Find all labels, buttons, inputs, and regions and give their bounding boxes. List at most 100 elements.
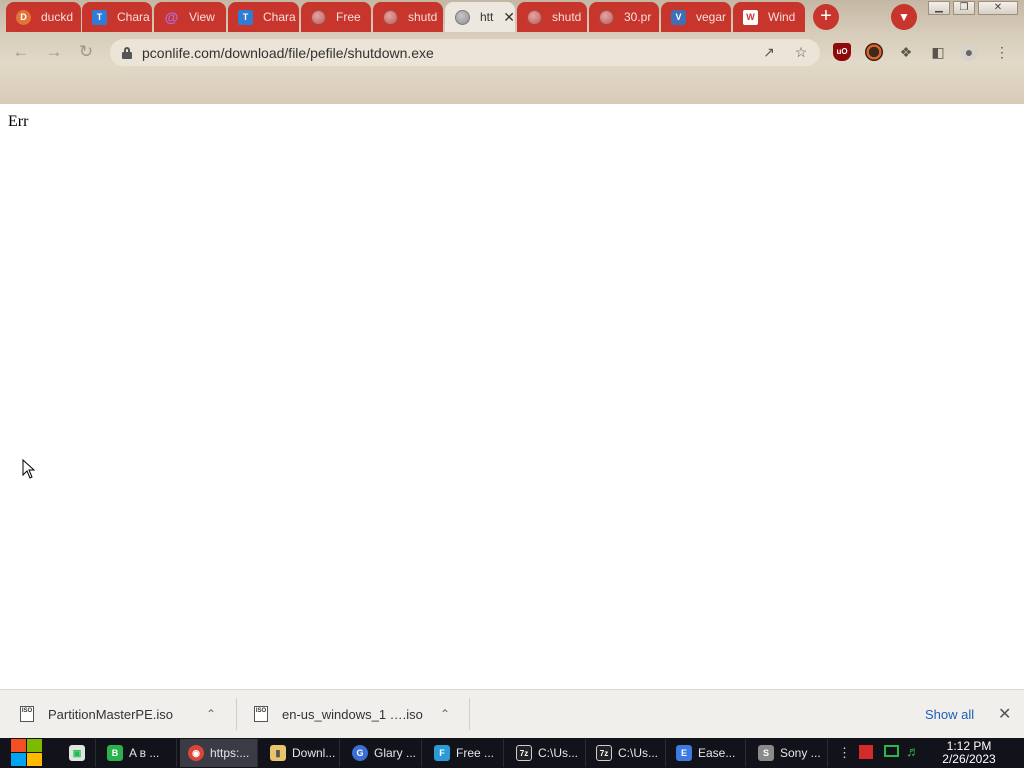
taskbar-item[interactable]: S Sony ... (750, 739, 828, 767)
taskbar-item[interactable]: B A в ... (99, 739, 177, 767)
browser-toolbar: ← → ↻ pconlife.com/download/file/pefile/… (0, 34, 1024, 70)
tab-duckduckgo[interactable]: D duckd (6, 2, 81, 32)
tab-search-button[interactable]: ▼ (891, 4, 917, 30)
taskbar-item[interactable]: F Free ... (426, 739, 504, 767)
tab-title: Free (336, 10, 361, 24)
side-panel-icon[interactable]: ◧ (929, 43, 947, 61)
start-button[interactable] (10, 738, 44, 768)
globe-icon (383, 9, 398, 25)
close-icon: ✕ (993, 2, 1003, 13)
taskbar: ▣ B A в ... ◉ https:... ▮ Downl... G Gla… (0, 738, 1024, 768)
download-shelf: ISO PartitionMasterPE.iso ⌃ ISO en-us_wi… (0, 689, 1024, 738)
at-sign-icon: @ (164, 9, 179, 25)
charmap-icon: T (238, 9, 253, 25)
lock-icon (122, 46, 132, 59)
reload-icon: ↻ (78, 42, 94, 61)
clock-date: 2/26/2023 (942, 752, 996, 766)
iso-file-icon: ISO (254, 706, 268, 722)
forward-button[interactable]: → (44, 42, 64, 62)
download-filename: en-us_windows_1 ….iso (282, 706, 423, 722)
iso-file-icon: ISO (20, 706, 34, 722)
tab-active[interactable]: htt ✕ (445, 2, 515, 32)
chevron-up-icon[interactable]: ⌃ (206, 707, 216, 721)
tab-title: Chara (117, 10, 150, 24)
back-button[interactable]: ← (11, 42, 31, 62)
tab-shutd-2[interactable]: shutd (517, 2, 587, 32)
tab-free[interactable]: Free (301, 2, 371, 32)
menu-kebab-icon[interactable]: ⋮ (993, 43, 1011, 61)
flag-icon[interactable] (859, 745, 873, 759)
sony-icon: S (758, 745, 774, 761)
minimize-icon: ▁ (935, 2, 943, 13)
tab-title: vegar (696, 10, 727, 24)
taskbar-item[interactable]: G Glary ... (344, 739, 422, 767)
taskbar-item[interactable]: 7z C:\Us... (508, 739, 586, 767)
7zip-icon: 7z (516, 745, 532, 761)
tab-chara-1[interactable]: T Chara (82, 2, 152, 32)
reload-button[interactable]: ↻ (76, 42, 96, 62)
windows-logo-icon (11, 739, 26, 752)
url-text[interactable]: pconlife.com/download/file/pefile/shutdo… (142, 45, 434, 61)
globe-icon (455, 9, 470, 25)
taskbar-item[interactable]: ▮ Downl... (262, 739, 340, 767)
profile-avatar-icon[interactable]: ● (960, 43, 978, 61)
vegas-icon: V (671, 9, 686, 25)
windows-site-icon: W (743, 9, 758, 25)
globe-icon (311, 9, 326, 25)
restore-icon: ❐ (959, 2, 969, 13)
tray-overflow-icon[interactable]: ⋮ (838, 745, 851, 761)
globe-icon (599, 9, 614, 25)
free-app-icon: F (434, 745, 450, 761)
show-all-link[interactable]: Show all (925, 707, 974, 722)
tab-wind[interactable]: W Wind (733, 2, 805, 32)
extensions-puzzle-icon[interactable]: ❖ (897, 43, 915, 61)
new-tab-button[interactable]: + (813, 4, 839, 30)
arrow-right-icon: → (45, 42, 63, 61)
extension-avatar-icon[interactable] (865, 43, 883, 61)
bookmark-star-icon[interactable]: ☆ (792, 43, 810, 61)
download-item[interactable]: ISO PartitionMasterPE.iso ⌃ (20, 690, 230, 738)
easeus-icon: E (676, 745, 692, 761)
tab-title: htt (480, 10, 494, 24)
mouse-cursor-icon (22, 459, 36, 479)
tab-strip: D duckd T Chara @ View T Chara Free shut… (0, 0, 1024, 34)
restore-button[interactable]: ❐ (953, 1, 975, 15)
page-body-text: Err (8, 113, 29, 130)
show-desktop-button[interactable]: ▣ (62, 739, 96, 767)
desktop-icon: ▣ (69, 745, 85, 761)
close-shelf-icon[interactable]: ✕ (998, 704, 1011, 724)
taskbar-item-active[interactable]: ◉ https:... (180, 739, 258, 767)
ublock-extension-icon[interactable]: uO (833, 43, 851, 61)
taskbar-item[interactable]: E Ease... (668, 739, 746, 767)
close-tab-icon[interactable]: ✕ (503, 9, 515, 26)
tab-chara-2[interactable]: T Chara (228, 2, 299, 32)
arrow-left-icon: ← (12, 42, 30, 61)
chevron-down-icon: ▼ (898, 10, 910, 24)
clock[interactable]: 1:12 PM 2/26/2023 (935, 740, 1003, 766)
share-icon[interactable]: ↗ (760, 43, 778, 61)
tab-title: shutd (552, 10, 582, 24)
folder-icon: ▮ (270, 745, 286, 761)
download-item[interactable]: ISO en-us_windows_1 ….iso ⌃ (254, 690, 464, 738)
minimize-button[interactable]: ▁ (928, 1, 950, 15)
tab-title: shutd (408, 10, 438, 24)
browser-chrome: D duckd T Chara @ View T Chara Free shut… (0, 0, 1024, 104)
tab-30pr[interactable]: 30.pr (589, 2, 659, 32)
chevron-up-icon[interactable]: ⌃ (440, 707, 450, 721)
address-bar[interactable]: pconlife.com/download/file/pefile/shutdo… (110, 39, 820, 66)
charmap-icon: T (92, 9, 107, 25)
network-icon[interactable] (884, 745, 899, 757)
green-app-icon: B (107, 745, 123, 761)
window-close-button[interactable]: ✕ (978, 1, 1018, 15)
tab-view[interactable]: @ View (154, 2, 226, 32)
plus-icon: + (820, 5, 832, 27)
tab-title: Wind (768, 10, 796, 24)
divider (469, 698, 470, 730)
tab-shutd-1[interactable]: shutd (373, 2, 443, 32)
volume-icon[interactable]: ♬ (906, 743, 920, 759)
7zip-icon: 7z (596, 745, 612, 761)
taskbar-item[interactable]: 7z C:\Us... (588, 739, 666, 767)
tab-vegar[interactable]: V vegar (661, 2, 731, 32)
tab-title: 30.pr (624, 10, 652, 24)
divider (236, 698, 237, 730)
